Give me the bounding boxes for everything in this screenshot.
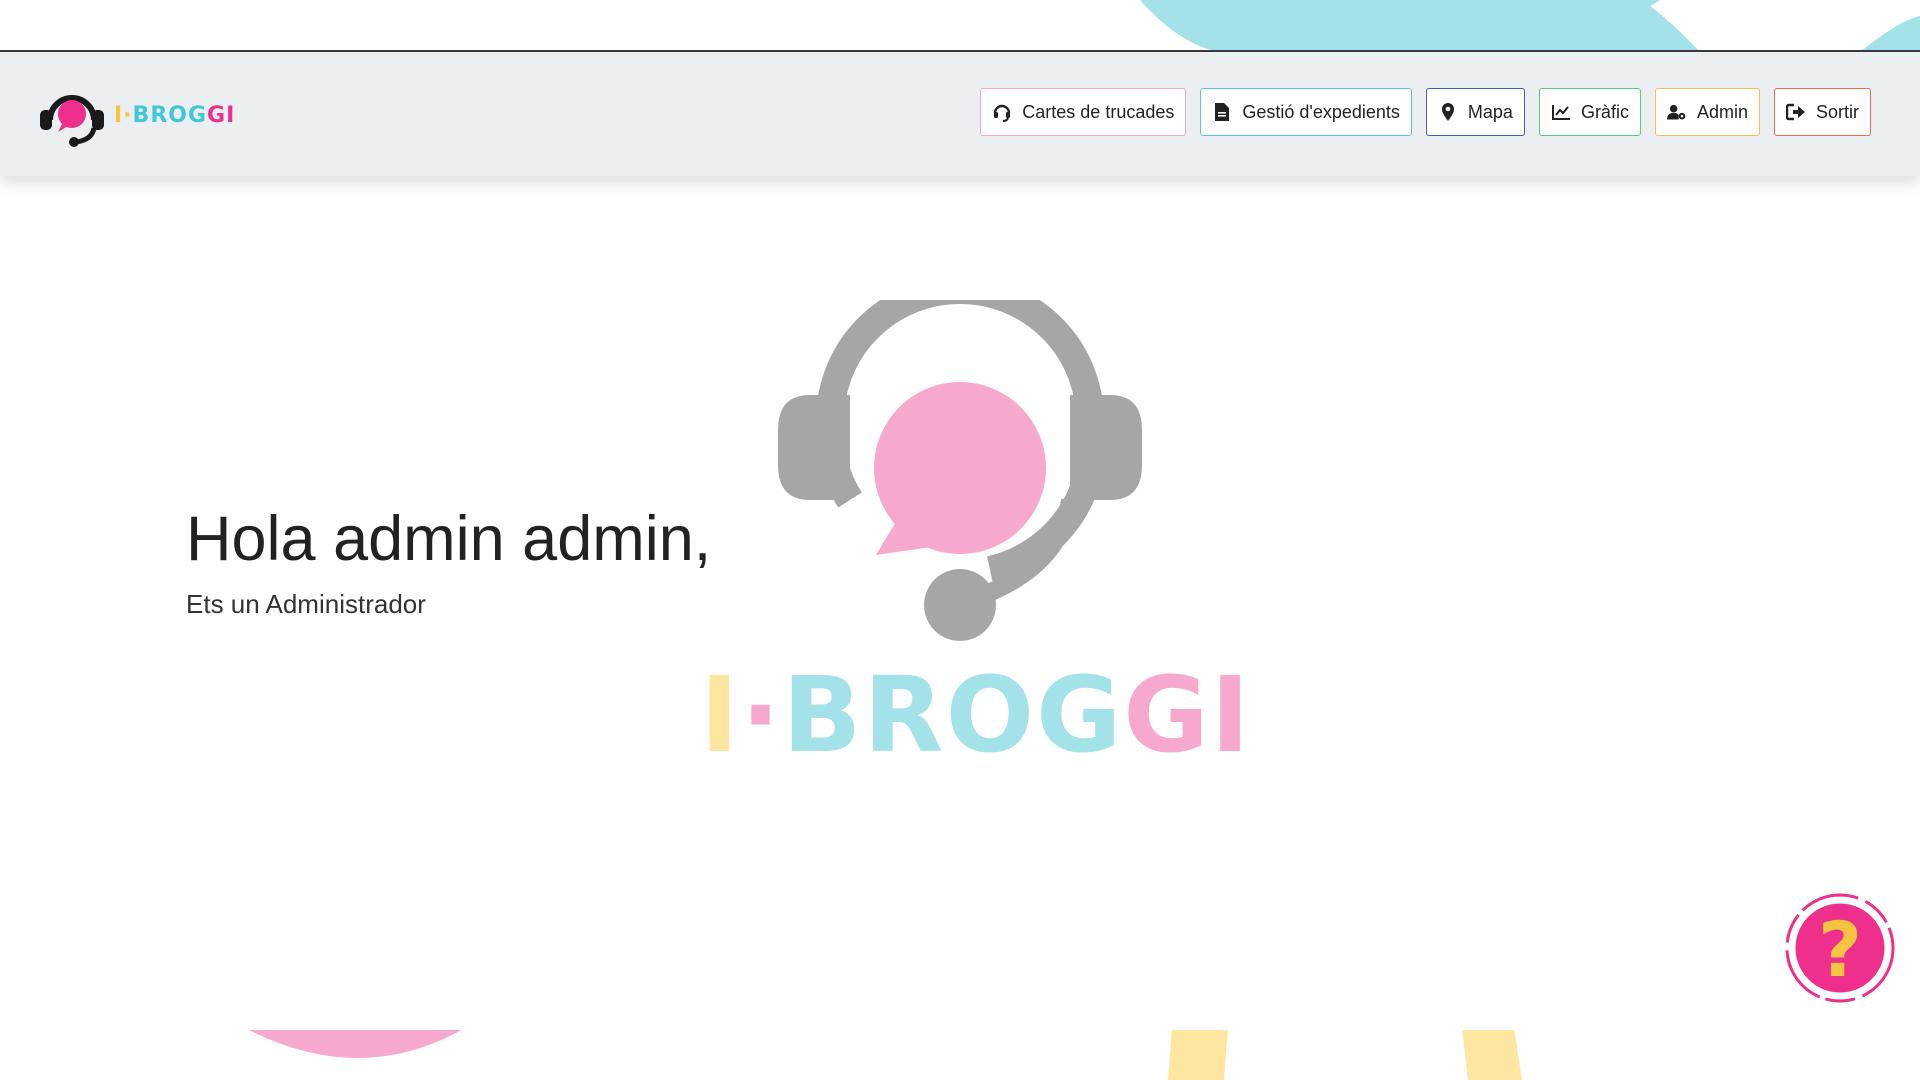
headset-logo-icon	[40, 95, 104, 147]
greeting-title: Hola admin admin,	[186, 504, 712, 574]
sign-out-icon	[1785, 102, 1806, 122]
nav-buttons: Cartes de trucades Gestió d'expedients M…	[980, 88, 1871, 136]
nav-mapa-button[interactable]: Mapa	[1425, 88, 1525, 136]
nav-gestio-button[interactable]: Gestió d'expedients	[1200, 88, 1412, 136]
help-button[interactable]: ?	[1784, 892, 1896, 1004]
decor-top-blobs	[1140, 0, 1920, 52]
line-chart-icon	[1551, 102, 1571, 122]
nav-cartes-button[interactable]: Cartes de trucades	[980, 88, 1187, 136]
nav-cartes-label: Cartes de trucades	[1022, 101, 1175, 122]
nav-grafic-button[interactable]: Gràfic	[1538, 88, 1641, 136]
headset-logo-large-icon	[778, 300, 1142, 641]
brand-name: I·BROGGI	[114, 102, 236, 128]
nav-grafic-label: Gràfic	[1580, 101, 1629, 122]
question-icon: ?	[1818, 905, 1862, 994]
nav-gestio-label: Gestió d'expedients	[1242, 101, 1400, 122]
greeting-block: Hola admin admin, Ets un Administrador	[186, 508, 711, 620]
brand-logo[interactable]: I·BROGGI	[36, 82, 236, 148]
nav-sortir-label: Sortir	[1815, 101, 1859, 122]
page: I·BROGGI Cartes de trucades Gestió d'exp…	[0, 0, 1920, 1080]
nav-mapa-label: Mapa	[1467, 101, 1513, 122]
headset-icon	[992, 102, 1012, 122]
bottom-divider	[0, 1028, 1920, 1030]
nav-admin-button[interactable]: Admin	[1654, 88, 1760, 136]
role-text: Ets un Administrador	[186, 589, 426, 619]
decor-bottom-blobs	[245, 1028, 1522, 1080]
nav-sortir-button[interactable]: Sortir	[1773, 88, 1871, 136]
file-icon	[1212, 102, 1232, 122]
navbar: I·BROGGI Cartes de trucades Gestió d'exp…	[0, 52, 1920, 176]
big-brand-name: I·BROGGI	[700, 654, 1252, 776]
nav-admin-label: Admin	[1696, 101, 1748, 122]
map-pin-icon	[1438, 102, 1458, 122]
user-gear-icon	[1666, 102, 1687, 122]
